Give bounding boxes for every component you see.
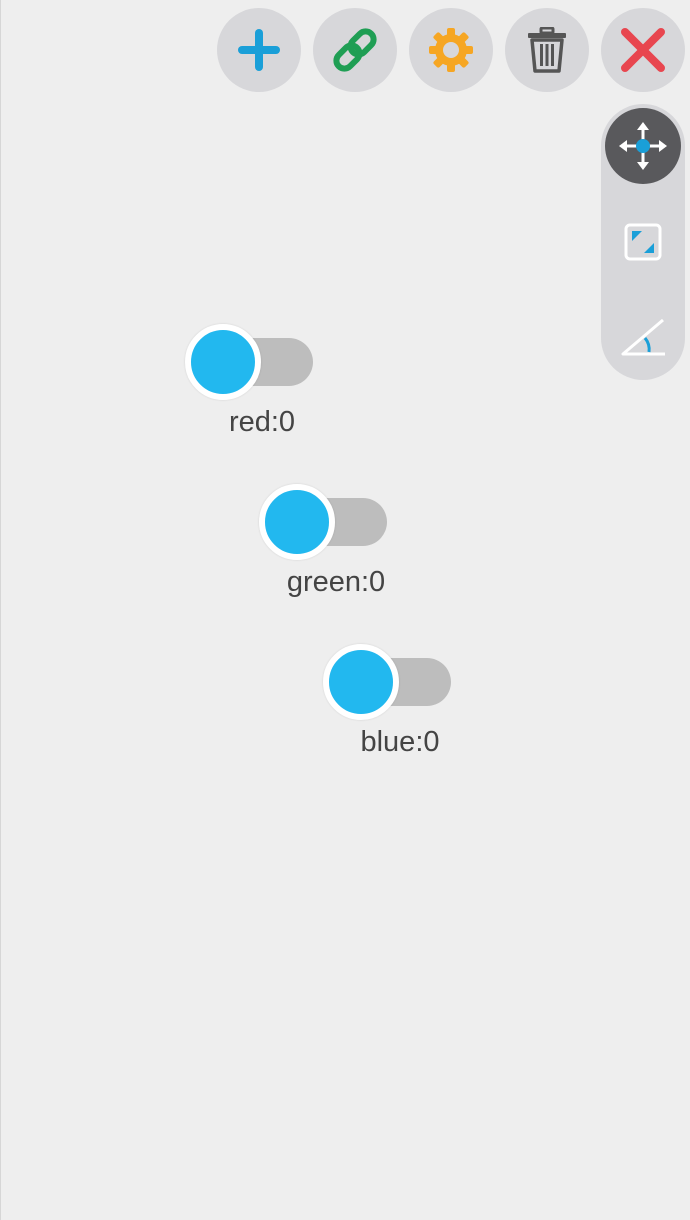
- move-tool-button[interactable]: [605, 108, 681, 184]
- red-toggle-switch[interactable]: [185, 322, 315, 402]
- delete-button[interactable]: [505, 8, 589, 92]
- add-button[interactable]: [217, 8, 301, 92]
- rotate-tool-button[interactable]: [605, 300, 681, 376]
- plus-icon: [238, 29, 280, 71]
- settings-button[interactable]: [409, 8, 493, 92]
- blue-toggle-switch[interactable]: [323, 642, 453, 722]
- trash-icon: [528, 27, 566, 73]
- link-icon: [333, 28, 377, 72]
- red-toggle-label: red:0: [228, 406, 296, 438]
- close-button[interactable]: [601, 8, 685, 92]
- toggle-knob[interactable]: [185, 324, 261, 400]
- blue-toggle-label: blue:0: [360, 726, 440, 758]
- rotate-angle-icon: [621, 318, 665, 356]
- scale-tool-button[interactable]: [605, 204, 681, 280]
- link-button[interactable]: [313, 8, 397, 92]
- move-arrows-icon: [619, 122, 667, 170]
- toggle-knob[interactable]: [323, 644, 399, 720]
- transform-tool-panel: [601, 104, 685, 380]
- scale-icon: [624, 223, 662, 261]
- close-icon: [621, 28, 665, 72]
- gear-icon: [429, 28, 473, 72]
- green-toggle-switch[interactable]: [259, 482, 389, 562]
- green-toggle-label: green:0: [286, 566, 386, 598]
- toggle-knob[interactable]: [259, 484, 335, 560]
